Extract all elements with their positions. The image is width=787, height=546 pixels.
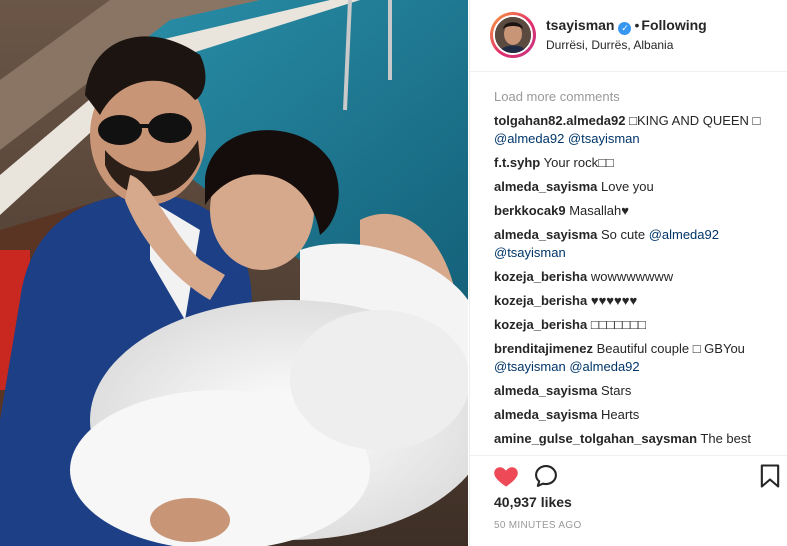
mention-link[interactable]: @almeda92 [569,359,639,374]
avatar-image [495,17,531,53]
mention-link[interactable]: @almeda92 [649,227,719,242]
separator-dot: • [634,17,640,33]
comment-item: amine_gulse_tolgahan_saysman The best [494,430,764,448]
comment-username[interactable]: f.t.syhp [494,155,540,170]
post-timestamp[interactable]: 50 MINUTES AGO [494,520,582,531]
comment-username[interactable]: kozeja_berisha [494,317,587,332]
comment-username[interactable]: almeda_sayisma [494,179,597,194]
avatar-story-ring[interactable] [490,12,536,58]
username-link[interactable]: tsayisman [546,17,614,33]
post-details-panel: tsayisman ✓ • Following Durrësi, Durrës, Al… [469,0,787,546]
comments-list: Load more comments tolgahan82.almeda92 □… [494,88,764,454]
comment-item: almeda_sayisma Stars [494,382,764,400]
save-button[interactable] [756,462,784,490]
comment-button[interactable] [532,462,560,490]
mention-link[interactable]: @tsayisman [568,131,640,146]
post-header: tsayisman ✓ • Following Durrësi, Durrës, Al… [470,0,787,72]
comment-item: kozeja_berisha □□□□□□□ [494,316,764,334]
speech-bubble-icon [535,465,557,487]
comment-text: □KING AND QUEEN □ [629,113,761,128]
mention-link[interactable]: @almeda92 [494,131,564,146]
comment-item: f.t.syhp Your rock□□ [494,154,764,172]
verified-badge-icon: ✓ [618,22,632,35]
comment-text: Hearts [600,407,640,422]
header-user-line: tsayisman ✓ • Following [546,17,707,35]
comment-username[interactable]: berkkocak9 [494,203,566,218]
comment-item: brenditajimenez Beautiful couple □ GBYou… [494,340,764,376]
comment-username[interactable]: almeda_sayisma [494,227,597,242]
like-button[interactable] [492,462,520,490]
load-more-comments-button[interactable]: Load more comments [494,88,764,106]
comment-text: Beautiful couple □ GBYou [596,341,745,356]
comment-text: ♥♥♥♥♥♥ [590,293,638,308]
comment-username[interactable]: kozeja_berisha [494,293,587,308]
comment-text: Stars [600,383,632,398]
post-photo[interactable] [0,0,468,546]
avatar[interactable] [493,15,533,55]
comment-text: wowwwwwww [590,269,674,284]
mention-link[interactable]: @tsayisman [494,359,566,374]
comment-username[interactable]: tolgahan82.almeda92 [494,113,626,128]
comment-text: Your rock□□ [543,155,614,170]
comment-item: almeda_sayisma So cute @almeda92 @tsayis… [494,226,764,262]
comment-text: Love you [600,179,654,194]
comment-item: tolgahan82.almeda92 □KING AND QUEEN □ @a… [494,112,764,148]
location-link[interactable]: Durrësi, Durrës, Albania [546,38,673,52]
comment-username[interactable]: brenditajimenez [494,341,593,356]
comment-text: The best [700,431,752,446]
bookmark-icon [760,464,780,488]
comment-username[interactable]: almeda_sayisma [494,383,597,398]
likes-count[interactable]: 40,937 likes [494,494,572,510]
mention-link[interactable]: @tsayisman [494,245,566,260]
comment-item: kozeja_berisha wowwwwwww [494,268,764,286]
comment-username[interactable]: amine_gulse_tolgahan_saysman [494,431,697,446]
comment-item: almeda_sayisma Hearts [494,406,764,424]
action-bar [470,455,787,491]
comment-text: Masallah♥ [569,203,629,218]
comment-item: kozeja_berisha ♥♥♥♥♥♥ [494,292,764,310]
heart-icon [494,467,518,487]
comment-text: □□□□□□□ [590,317,646,332]
comment-username[interactable]: kozeja_berisha [494,269,587,284]
post-photo-image [0,0,468,546]
comment-text: So cute [600,227,649,242]
comment-username[interactable]: almeda_sayisma [494,407,597,422]
following-button[interactable]: Following [641,17,706,33]
comment-item: berkkocak9 Masallah♥ [494,202,764,220]
comment-item: almeda_sayisma Love you [494,178,764,196]
